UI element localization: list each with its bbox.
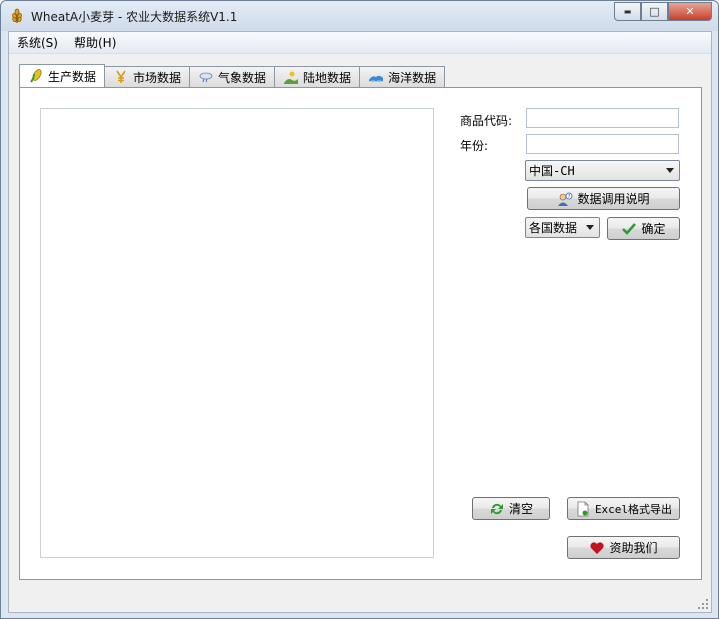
chevron-down-icon: [586, 225, 594, 230]
product-code-label: 商品代码:: [460, 114, 513, 128]
land-icon: [283, 69, 299, 85]
checkmark-icon: [621, 221, 637, 237]
tab-label: 生产数据: [48, 69, 97, 84]
donate-button[interactable]: 资助我们: [567, 536, 680, 559]
scope-select-value: 各国数据: [529, 221, 578, 235]
client-area: 系统(S) 帮助(H) 生产数据 市场数据 气象数据 陆地数据 海洋数据 商品代…: [8, 31, 712, 613]
heart-icon: [589, 540, 605, 556]
svg-text:?: ?: [568, 194, 571, 200]
confirm-button[interactable]: 确定: [607, 217, 680, 240]
wheat-icon: [9, 8, 25, 24]
year-input[interactable]: [526, 134, 679, 154]
minimize-button[interactable]: ▬: [614, 2, 641, 21]
country-select-value: 中国-CH: [529, 164, 575, 178]
resize-grip-icon[interactable]: [697, 598, 709, 610]
tab-weather[interactable]: 气象数据: [189, 66, 276, 87]
product-code-input[interactable]: [526, 108, 679, 128]
year-label: 年份:: [460, 139, 489, 153]
tab-label: 陆地数据: [303, 70, 352, 85]
corn-icon: [28, 68, 44, 84]
maximize-button[interactable]: □: [641, 2, 668, 21]
cloud-icon: [198, 69, 214, 85]
export-label: Excel格式导出: [594, 502, 673, 516]
window-controls: ▬ □ ✕: [614, 2, 712, 21]
title-bar[interactable]: WheatA小麦芽 - 农业大数据系统V1.1 ▬ □ ✕: [1, 1, 718, 31]
close-icon: ✕: [685, 5, 695, 18]
data-help-button[interactable]: ? 数据调用说明: [527, 187, 680, 210]
donate-label: 资助我们: [609, 541, 658, 555]
window-title: WheatA小麦芽 - 农业大数据系统V1.1: [31, 10, 238, 24]
yuan-icon: [113, 69, 129, 85]
menu-system[interactable]: 系统(S): [9, 33, 66, 53]
tab-land[interactable]: 陆地数据: [274, 66, 361, 87]
minimize-icon: ▬: [623, 7, 632, 16]
chevron-down-icon: [666, 168, 674, 173]
refresh-icon: [489, 501, 505, 517]
ocean-icon: [368, 69, 384, 85]
confirm-label: 确定: [641, 222, 666, 236]
clear-label: 清空: [508, 502, 533, 516]
status-bar: [9, 588, 711, 612]
export-excel-button[interactable]: Excel格式导出: [567, 497, 680, 520]
tab-label: 海洋数据: [388, 70, 437, 85]
tab-strip: 生产数据 市场数据 气象数据 陆地数据 海洋数据: [19, 64, 446, 87]
results-list[interactable]: [40, 108, 434, 558]
tab-ocean[interactable]: 海洋数据: [359, 66, 446, 87]
tab-label: 市场数据: [133, 70, 182, 85]
scope-select[interactable]: 各国数据: [525, 217, 600, 238]
menu-help[interactable]: 帮助(H): [66, 33, 124, 53]
help-person-icon: ?: [557, 191, 573, 207]
document-icon: [575, 501, 591, 517]
tab-market[interactable]: 市场数据: [104, 66, 191, 87]
production-panel: 商品代码: 年份: 中国-CH ? 数据调用说明 各国数据 确定 清空 Exce…: [19, 87, 702, 580]
clear-button[interactable]: 清空: [472, 497, 550, 520]
app-window: WheatA小麦芽 - 农业大数据系统V1.1 ▬ □ ✕ 系统(S) 帮助(H…: [0, 0, 719, 619]
tab-label: 气象数据: [218, 70, 267, 85]
close-button[interactable]: ✕: [668, 2, 712, 21]
data-help-label: 数据调用说明: [577, 192, 650, 206]
country-select[interactable]: 中国-CH: [525, 160, 680, 181]
menu-bar: 系统(S) 帮助(H): [9, 32, 711, 54]
tab-production[interactable]: 生产数据: [19, 64, 106, 87]
maximize-icon: □: [649, 5, 660, 18]
